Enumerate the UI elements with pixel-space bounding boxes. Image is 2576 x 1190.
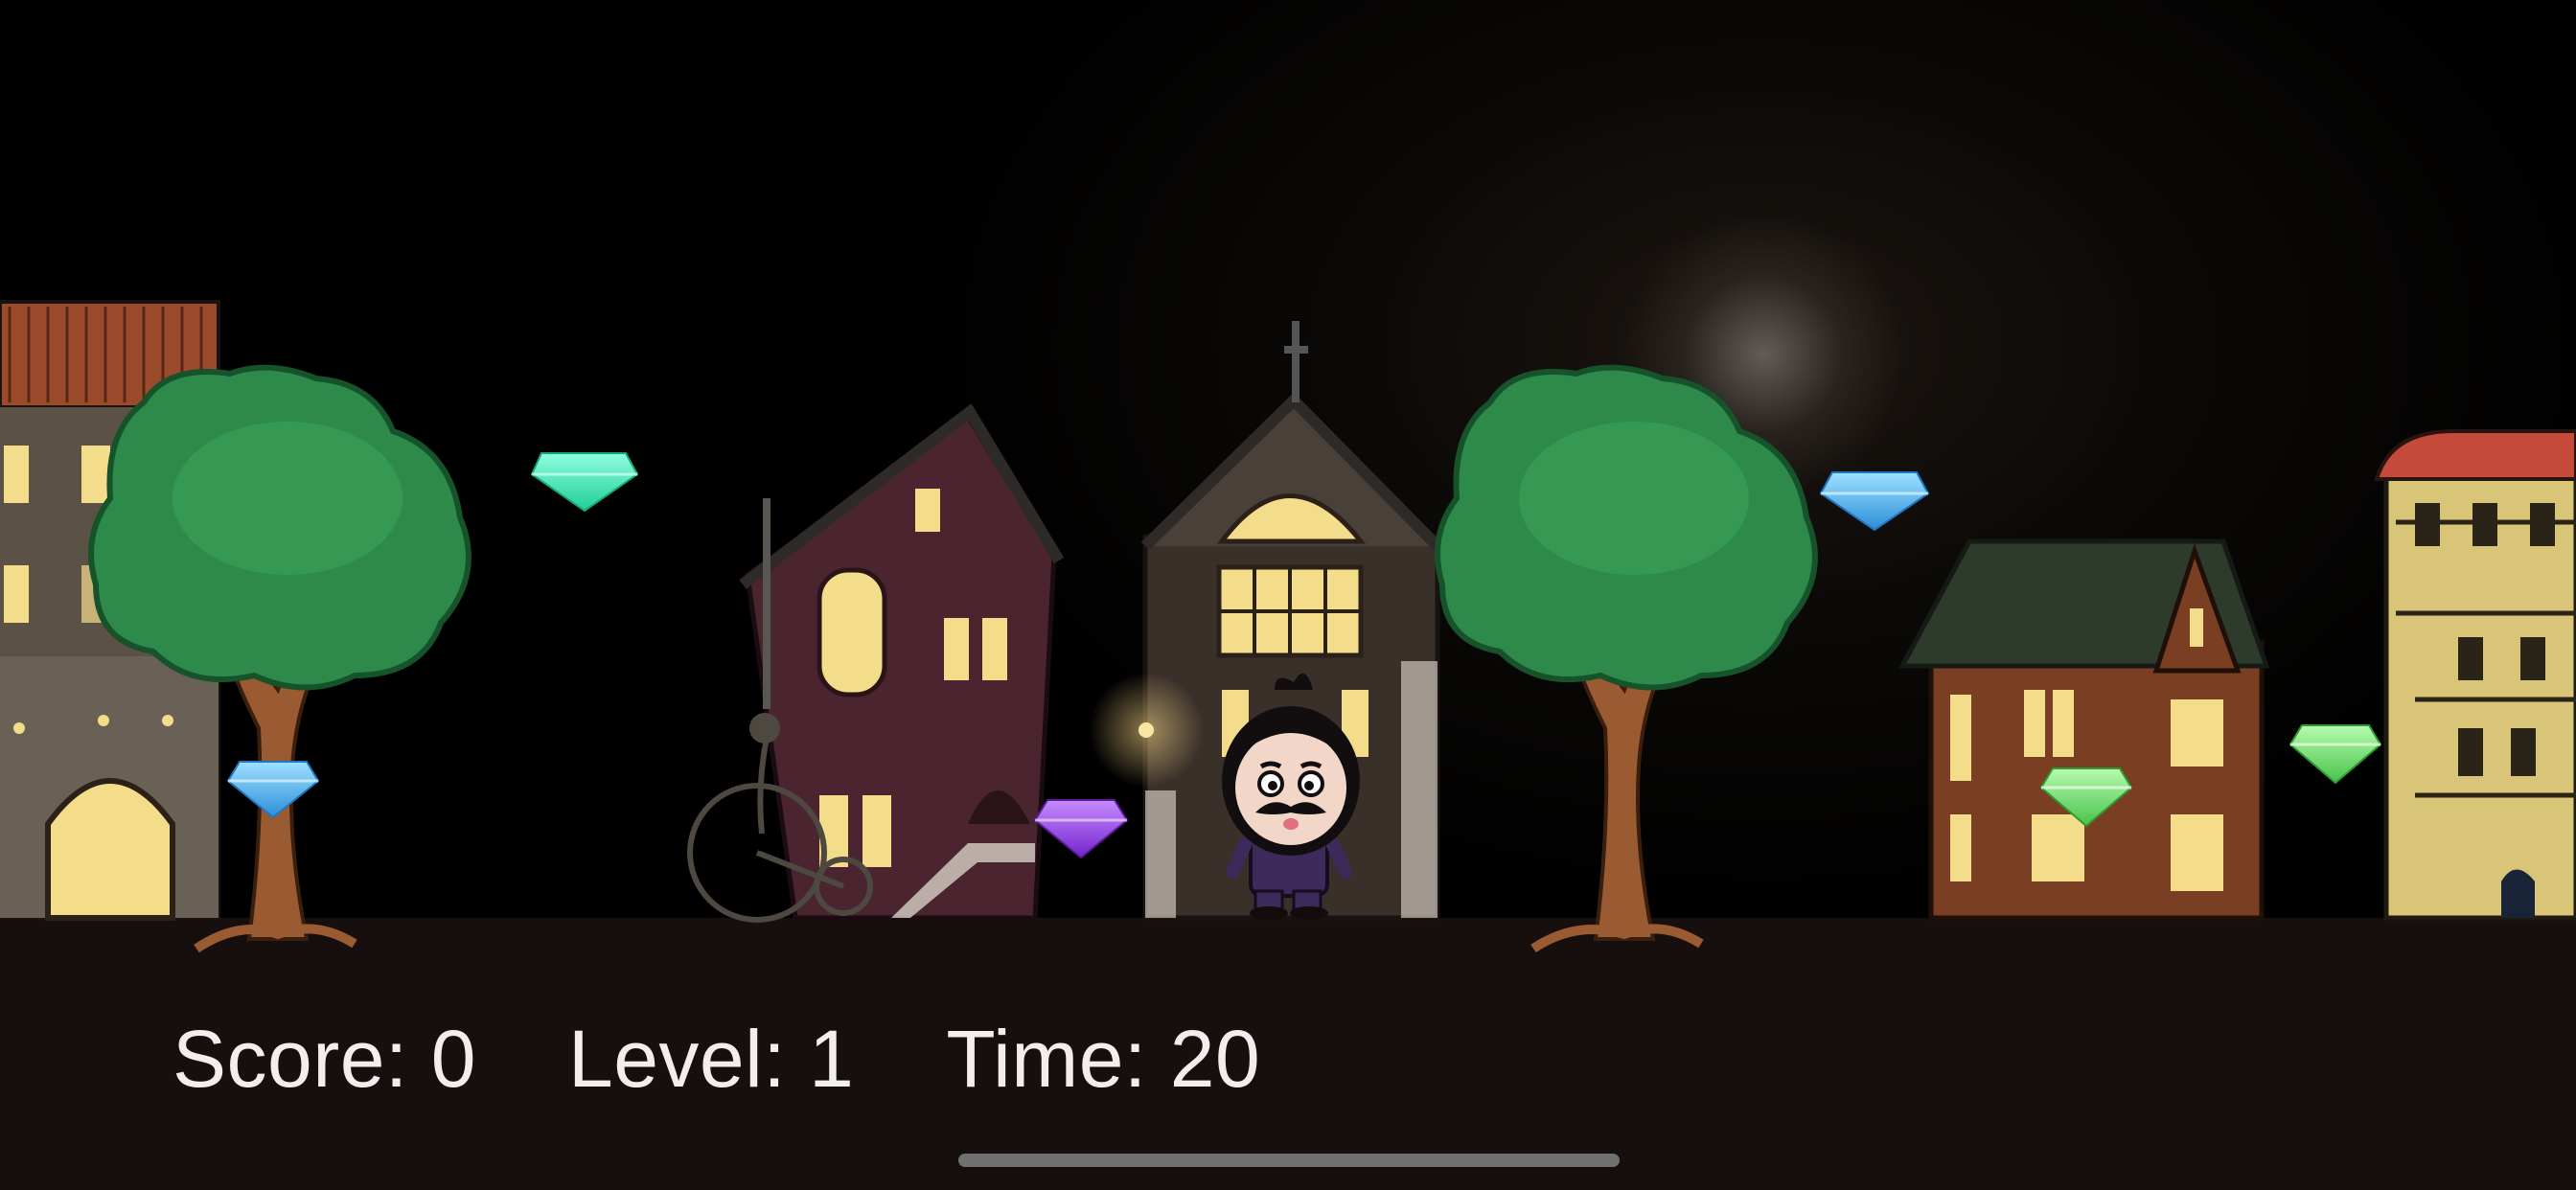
score-display: Score: 0 — [172, 1013, 476, 1106]
gem-green[interactable] — [2288, 724, 2382, 785]
score-value: 0 — [430, 1013, 476, 1104]
level-display: Level: 1 — [568, 1013, 854, 1106]
building-brick-house — [1898, 538, 2270, 921]
level-label: Level: — [568, 1013, 787, 1104]
hud-bar: Score: 0 Level: 1 Time: 20 — [172, 1014, 1260, 1104]
building-purple-house — [687, 403, 1065, 923]
time-value: 20 — [1169, 1013, 1261, 1104]
time-display: Time: 20 — [946, 1013, 1260, 1106]
gem-blue[interactable] — [226, 761, 320, 819]
home-indicator[interactable] — [958, 1154, 1620, 1167]
time-label: Time: — [946, 1013, 1147, 1104]
score-label: Score: — [172, 1013, 408, 1104]
tree-right — [1435, 364, 1818, 953]
game-stage[interactable]: Score: 0 Level: 1 Time: 20 — [0, 0, 2576, 1190]
building-right-tower — [2374, 429, 2576, 921]
gem-blue[interactable] — [1819, 471, 1930, 532]
level-value: 1 — [809, 1013, 855, 1104]
gem-purple[interactable] — [1033, 799, 1129, 859]
gem-teal[interactable] — [530, 452, 639, 513]
